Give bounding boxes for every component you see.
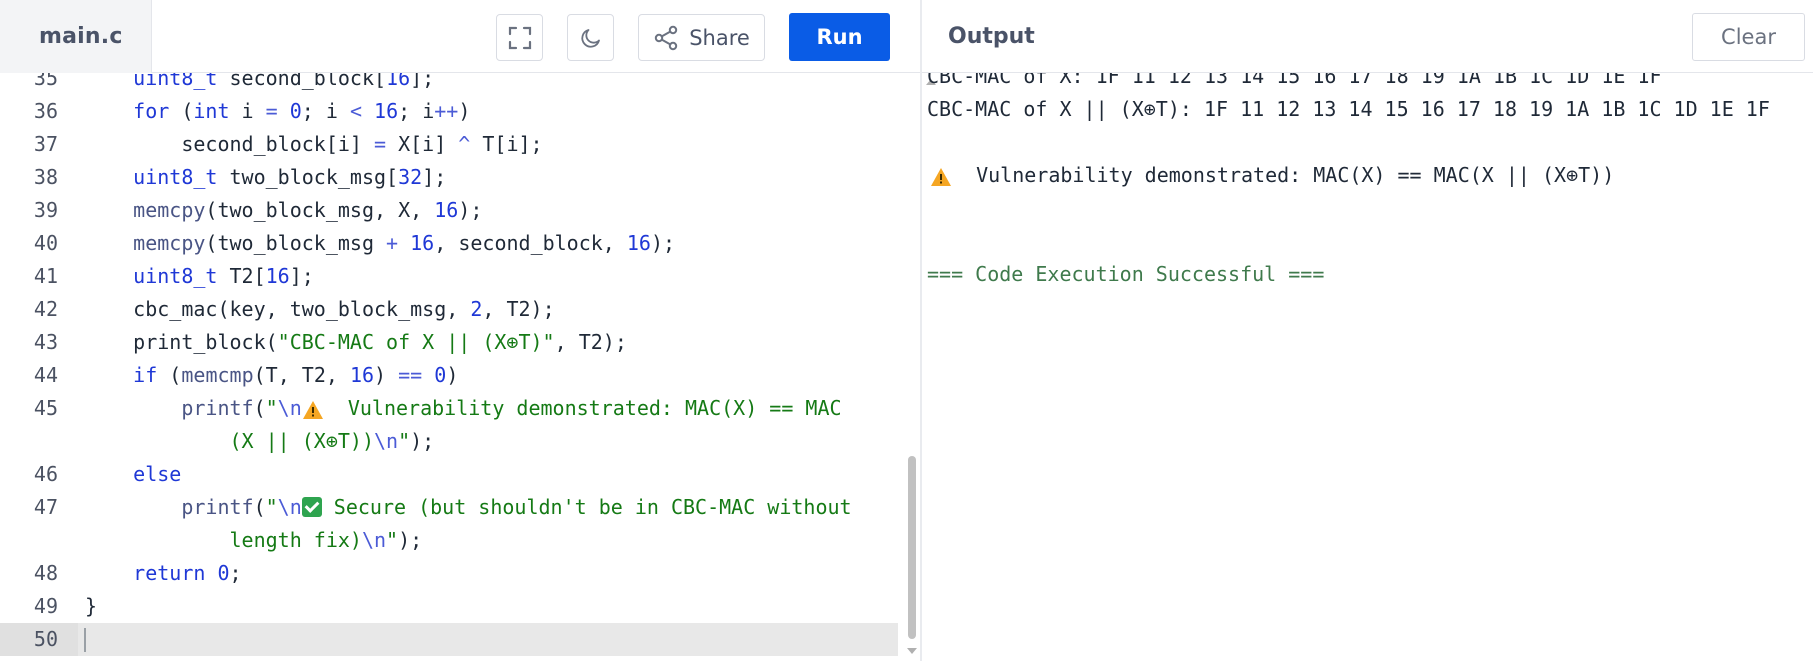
code-line[interactable]: 48 return 0;	[0, 557, 898, 590]
output-line: CBC-MAC of X || (X⊕T): 1F 11 12 13 14 15…	[927, 97, 1770, 121]
run-label: Run	[816, 25, 863, 49]
editor-toolbar: main.c Share Run	[0, 0, 920, 73]
line-number: 35	[33, 73, 58, 90]
code-text: else	[133, 462, 182, 486]
code-text: for (int i = 0; i < 16; i++)	[133, 99, 471, 123]
line-number: 48	[33, 561, 58, 585]
moon-icon	[580, 28, 600, 48]
code-line[interactable]: 46 else	[0, 458, 898, 491]
line-number: 37	[33, 132, 58, 156]
run-button[interactable]: Run	[789, 13, 890, 61]
code-line[interactable]: 49}	[0, 590, 898, 623]
code-line[interactable]: 42 cbc_mac(key, two_block_msg, 2, T2);	[0, 293, 898, 326]
warning-icon	[302, 400, 323, 419]
code-text: print_block("CBC-MAC of X || (X⊕T)", T2)…	[85, 330, 627, 354]
code-line[interactable]: 43 print_block("CBC-MAC of X || (X⊕T)", …	[0, 326, 898, 359]
share-button[interactable]: Share	[638, 14, 765, 61]
code-line[interactable]: 44 if (memcmp(T, T2, 16) == 0)	[0, 359, 898, 392]
code-text: (X || (X⊕T))\n");	[229, 429, 435, 453]
output-console: CBC-MAC of X: 1F 11 12 13 14 15 16 17 18…	[922, 73, 1813, 661]
output-line: Vulnerability demonstrated: MAC(X) == MA…	[930, 159, 1614, 192]
code-text: uint8_t T2[16];	[133, 264, 314, 288]
line-number: 39	[33, 198, 58, 222]
code-line[interactable]: (X || (X⊕T))\n");	[0, 425, 898, 458]
line-number: 36	[33, 99, 58, 123]
code-text: second_block[i] = X[i] ^ T[i];	[85, 132, 543, 156]
file-tab[interactable]: main.c	[0, 0, 152, 73]
warning-icon	[931, 167, 951, 186]
code-line[interactable]: 35 uint8_t second_block[16];	[0, 73, 898, 95]
line-number: 50	[33, 627, 58, 651]
line-number: 49	[33, 594, 58, 618]
code-line[interactable]: 41 uint8_t T2[16];	[0, 260, 898, 293]
text-cursor	[84, 628, 86, 652]
line-number: 42	[33, 297, 58, 321]
code-text: uint8_t two_block_msg[32];	[133, 165, 447, 189]
code-text: memcpy(two_block_msg, X, 16);	[133, 198, 483, 222]
code-text: printf("\n Vulnerability demonstrated: M…	[181, 396, 842, 420]
code-line[interactable]: 38 uint8_t two_block_msg[32];	[0, 161, 898, 194]
code-line[interactable]: 39 memcpy(two_block_msg, X, 16);	[0, 194, 898, 227]
share-icon	[654, 25, 678, 50]
share-label: Share	[689, 25, 750, 50]
code-text: cbc_mac(key, two_block_msg, 2, T2);	[85, 297, 555, 321]
check-icon	[301, 496, 322, 517]
line-number: 40	[33, 231, 58, 255]
fullscreen-icon	[508, 26, 531, 49]
code-line[interactable]: 37 second_block[i] = X[i] ^ T[i];	[0, 128, 898, 161]
line-number: 41	[33, 264, 58, 288]
editor-panel: main.c Share Run 35 uint8_t second_block…	[0, 0, 920, 661]
line-number: 44	[33, 363, 58, 387]
output-toolbar: Output Clear	[922, 0, 1813, 73]
clear-button[interactable]: Clear	[1692, 13, 1805, 61]
line-number: 43	[33, 330, 58, 354]
scroll-down-arrow[interactable]	[907, 648, 917, 654]
code-text: memcpy(two_block_msg + 16, second_block,…	[133, 231, 676, 255]
code-line[interactable]: length fix)\n");	[0, 524, 898, 557]
line-number: 46	[33, 462, 58, 486]
line-number: 47	[33, 495, 58, 519]
line-number: 45	[33, 396, 58, 420]
code-line[interactable]: 50	[0, 623, 898, 656]
code-line[interactable]: 36 for (int i = 0; i < 16; i++)	[0, 95, 898, 128]
output-title: Output	[948, 24, 1035, 49]
fullscreen-button[interactable]	[496, 14, 543, 61]
code-line[interactable]: 47 printf("\n Secure (but shouldn't be i…	[0, 491, 898, 524]
line-number: 38	[33, 165, 58, 189]
output-panel: Output Clear CBC-MAC of X: 1F 11 12 13 1…	[922, 0, 1813, 661]
code-text: if (memcmp(T, T2, 16) == 0)	[133, 363, 459, 387]
execution-status: === Code Execution Successful ===	[927, 262, 1325, 286]
theme-toggle-button[interactable]	[567, 14, 614, 61]
code-line[interactable]: 45 printf("\n Vulnerability demonstrated…	[0, 392, 898, 425]
code-text: }	[85, 594, 98, 618]
output-line: CBC-MAC of X: 1F 11 12 13 14 15 16 17 18…	[927, 73, 1662, 88]
editor-scrollbar[interactable]	[908, 456, 916, 639]
code-text: length fix)\n");	[229, 528, 423, 552]
code-text: printf("\n Secure (but shouldn't be in C…	[181, 495, 852, 519]
code-editor[interactable]: 35 uint8_t second_block[16]; 36 for (int …	[0, 73, 910, 661]
code-line[interactable]: 40 memcpy(two_block_msg + 16, second_blo…	[0, 227, 898, 260]
code-text: return 0;	[133, 561, 242, 585]
code-text: uint8_t second_block[16];	[133, 73, 435, 90]
clear-label: Clear	[1721, 25, 1776, 49]
